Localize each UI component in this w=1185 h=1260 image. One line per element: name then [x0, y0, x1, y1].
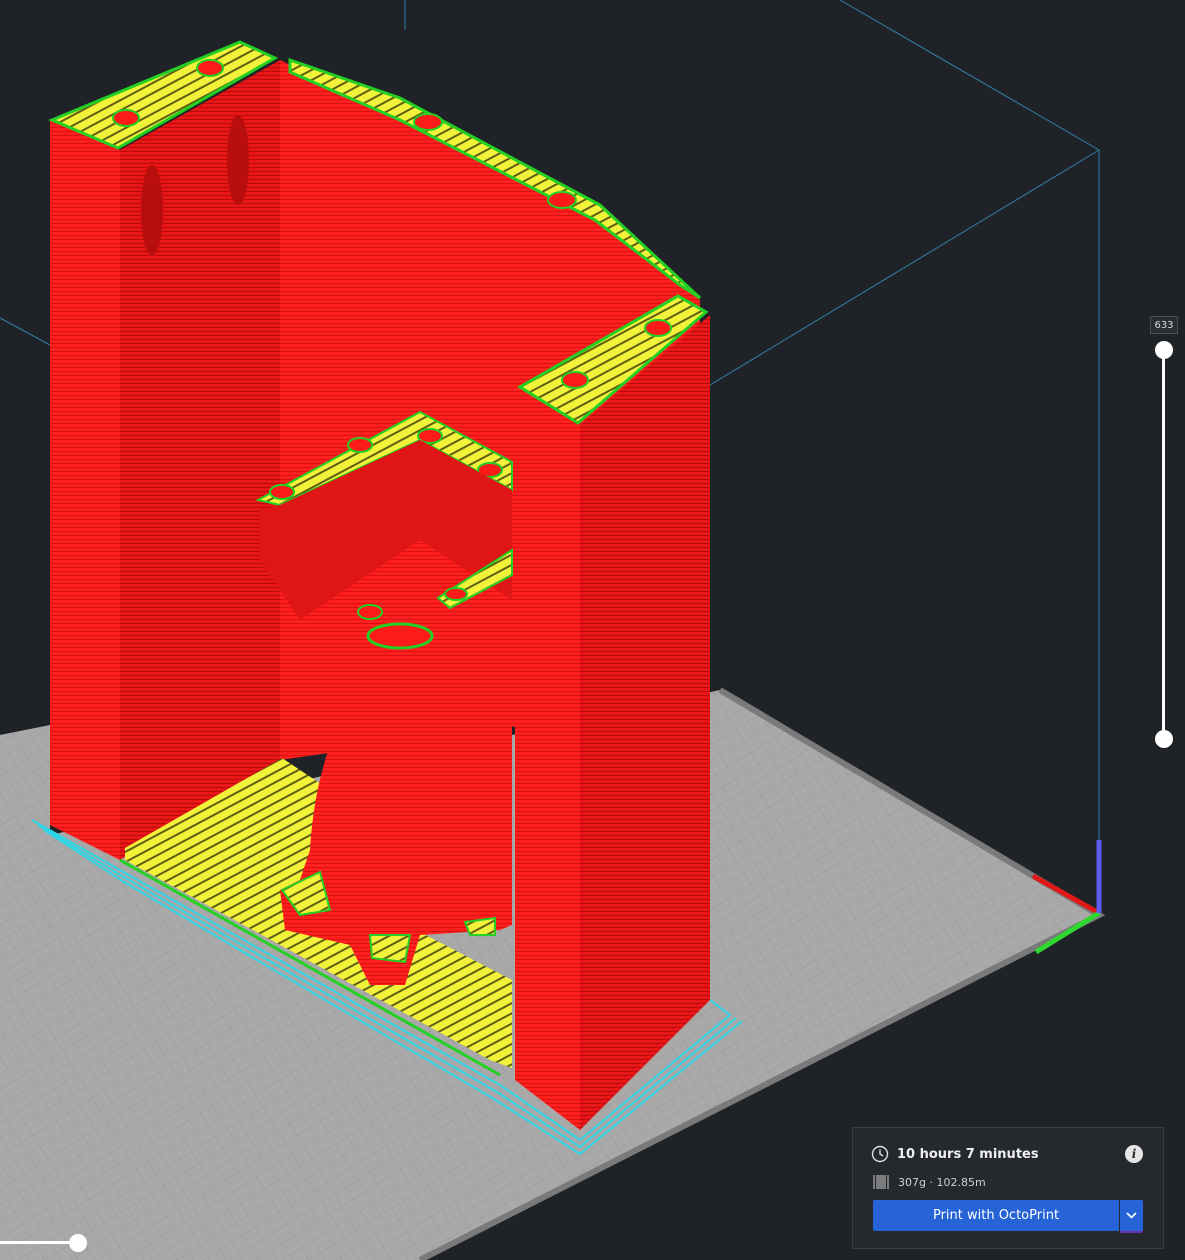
spool-icon [873, 1175, 889, 1189]
layer-slider-track[interactable] [1162, 350, 1165, 740]
print-time: 10 hours 7 minutes [897, 1146, 1039, 1162]
print-time-row: 10 hours 7 minutes [871, 1144, 1039, 1164]
print-info-panel: 10 hours 7 minutes i 307g · 102.85m Prin… [852, 1127, 1164, 1249]
layer-slider-bottom-handle[interactable] [1155, 730, 1173, 748]
layer-number-badge[interactable]: 633 [1150, 316, 1178, 334]
simulation-slider-handle[interactable] [69, 1234, 87, 1252]
clock-icon [871, 1145, 889, 1163]
layer-slider-top-handle[interactable] [1155, 341, 1173, 359]
layer-slider[interactable]: 633 [1150, 314, 1180, 754]
left-wall [50, 60, 280, 860]
right-pillar [515, 294, 710, 1130]
3d-viewport[interactable] [0, 0, 1185, 1260]
print-options-dropdown[interactable] [1120, 1200, 1143, 1231]
material-row: 307g · 102.85m [873, 1173, 986, 1191]
material-usage: 307g · 102.85m [898, 1175, 986, 1189]
info-icon[interactable]: i [1125, 1145, 1143, 1163]
simulation-slider-track[interactable] [0, 1241, 80, 1244]
layer-view-canvas[interactable] [0, 0, 1185, 1260]
print-with-octoprint-button[interactable]: Print with OctoPrint [873, 1200, 1119, 1231]
chevron-down-icon [1126, 1212, 1137, 1219]
simulation-slider[interactable] [0, 1232, 95, 1254]
